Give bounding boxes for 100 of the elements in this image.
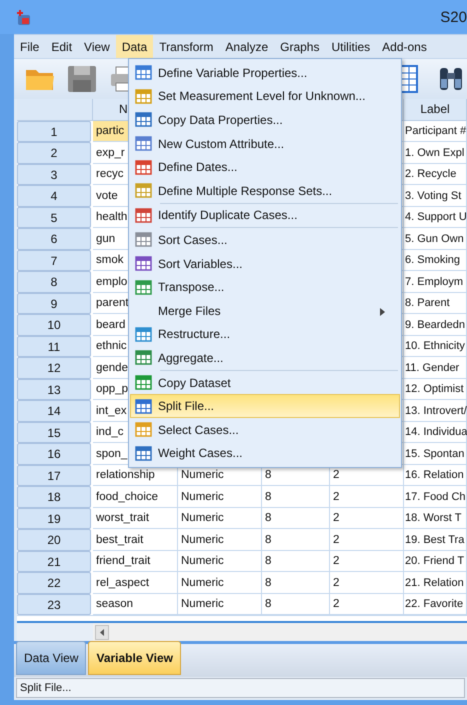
table-cell: 20. Friend T xyxy=(404,550,467,572)
grid-icon xyxy=(135,183,152,198)
table-cell: 16. Relation xyxy=(404,464,467,486)
row-number[interactable]: 8 xyxy=(17,271,91,293)
grid-icon xyxy=(135,326,152,342)
table-cell: 17. Food Ch xyxy=(404,486,467,508)
table-cell: 1. Own Expl xyxy=(404,142,467,164)
table-cell: Numeric xyxy=(178,486,262,508)
table-cell: 5. Gun Own xyxy=(404,228,467,250)
table-cell: 2 xyxy=(330,572,404,594)
table-cell: 8 xyxy=(262,550,330,572)
row-number[interactable]: 16 xyxy=(17,443,91,465)
table-cell: 2 xyxy=(330,529,404,551)
row-number[interactable]: 13 xyxy=(17,378,91,400)
grid-icon xyxy=(135,280,152,295)
grid-icon xyxy=(135,350,152,366)
row-number[interactable]: 12 xyxy=(17,357,91,379)
table-cell: 8 xyxy=(262,486,330,508)
table-cell: 6. Smoking xyxy=(404,250,467,272)
grid-icon xyxy=(135,208,152,223)
row-number[interactable]: 23 xyxy=(17,594,91,616)
row-number[interactable]: 7 xyxy=(17,250,91,272)
table-cell: rel_aspect xyxy=(93,572,178,594)
row-number[interactable]: 18 xyxy=(17,486,91,508)
row-number[interactable]: 9 xyxy=(17,292,91,314)
table-cell: 10. Ethnicity xyxy=(404,336,467,358)
table-cell: Participant # xyxy=(404,120,467,142)
table-cell: 7. Employm xyxy=(404,271,467,293)
row-number[interactable]: 2 xyxy=(17,142,91,164)
tab[interactable]: Data View xyxy=(16,640,86,675)
horizontal-scrollbar[interactable] xyxy=(93,623,467,641)
submenu-arrow-icon xyxy=(380,308,385,316)
grid-icon xyxy=(135,160,152,175)
grid-icon xyxy=(135,232,152,248)
grid-icon xyxy=(135,256,152,272)
menu-item[interactable]: Edit xyxy=(45,35,78,58)
grid-icon xyxy=(135,88,152,104)
table-cell: Numeric xyxy=(178,550,262,572)
menu-item[interactable]: Transform xyxy=(153,35,220,58)
table-cell: food_choice xyxy=(93,486,178,508)
save-icon[interactable] xyxy=(66,64,98,94)
grid-icon xyxy=(135,112,152,128)
table-cell: 3. Voting St xyxy=(404,185,467,207)
row-number[interactable]: 1 xyxy=(17,120,91,142)
menu-item[interactable]: Graphs xyxy=(274,35,326,58)
table-cell: 11. Gender xyxy=(404,357,467,379)
row-number[interactable]: 15 xyxy=(17,422,91,444)
row-number[interactable]: 3 xyxy=(17,164,91,186)
row-number[interactable]: 21 xyxy=(17,550,91,572)
table-cell: 8 xyxy=(262,572,330,594)
table-cell: Numeric xyxy=(178,508,262,530)
grid-icon xyxy=(135,65,152,80)
row-number[interactable]: 5 xyxy=(17,206,91,228)
table-cell: 8 xyxy=(262,508,330,530)
grid-icon xyxy=(135,422,152,438)
row-number[interactable]: 17 xyxy=(17,464,91,486)
table-cell: 15. Spontan xyxy=(404,443,467,465)
table-cell: 13. Introvert/ xyxy=(404,400,467,422)
row-number[interactable]: 20 xyxy=(17,529,91,551)
menu-item[interactable]: Analyze xyxy=(219,35,274,58)
menu-item[interactable]: Utilities xyxy=(325,35,376,58)
table-cell: 2. Recycle xyxy=(404,164,467,186)
row-number[interactable]: 14 xyxy=(17,400,91,422)
table-cell: 2 xyxy=(330,550,404,572)
scroll-left-button[interactable] xyxy=(95,624,109,640)
menu-item[interactable]: File xyxy=(14,35,46,58)
table-cell: 2 xyxy=(330,508,404,530)
app-icon xyxy=(16,8,31,26)
row-number[interactable]: 19 xyxy=(17,508,91,530)
table-cell: Numeric xyxy=(178,529,262,551)
row-number[interactable]: 11 xyxy=(17,336,91,358)
menu-item[interactable]: Data xyxy=(116,35,154,58)
table-cell: best_trait xyxy=(93,529,178,551)
grid-icon xyxy=(135,375,152,390)
row-number[interactable]: 4 xyxy=(17,185,91,207)
table-cell: 8 xyxy=(262,529,330,551)
row-number[interactable]: 6 xyxy=(17,228,91,250)
menu-item[interactable]: Add-ons xyxy=(376,35,433,58)
menu-item[interactable]: View xyxy=(78,35,116,58)
menu-item[interactable]: Set Measurement Level for Unknown... xyxy=(130,84,400,108)
table-cell: 4. Support U xyxy=(404,206,467,228)
table-cell: 2 xyxy=(330,486,404,508)
table-cell: 14. Individua xyxy=(404,422,467,444)
grid-icon xyxy=(135,398,152,414)
table-cell: friend_trait xyxy=(93,550,178,572)
table-cell: 18. Worst T xyxy=(404,508,467,530)
table-cell: 8. Parent xyxy=(404,292,467,314)
row-number[interactable]: 22 xyxy=(17,572,91,594)
table-cell: 19. Best Tra xyxy=(404,529,467,551)
window-title: S20 xyxy=(440,8,467,26)
table-cell: Numeric xyxy=(178,572,262,594)
menu-item[interactable]: Split File... xyxy=(130,394,400,418)
table-cell: 12. Optimist xyxy=(404,378,467,400)
tab[interactable]: Variable View xyxy=(88,640,181,675)
table-cell: 21. Relation xyxy=(404,572,467,594)
grid-icon xyxy=(135,446,152,461)
column-header[interactable]: Label xyxy=(404,98,467,121)
left-arrow-icon xyxy=(100,628,104,636)
table-cell: worst_trait xyxy=(93,508,178,530)
row-number[interactable]: 10 xyxy=(17,314,91,336)
